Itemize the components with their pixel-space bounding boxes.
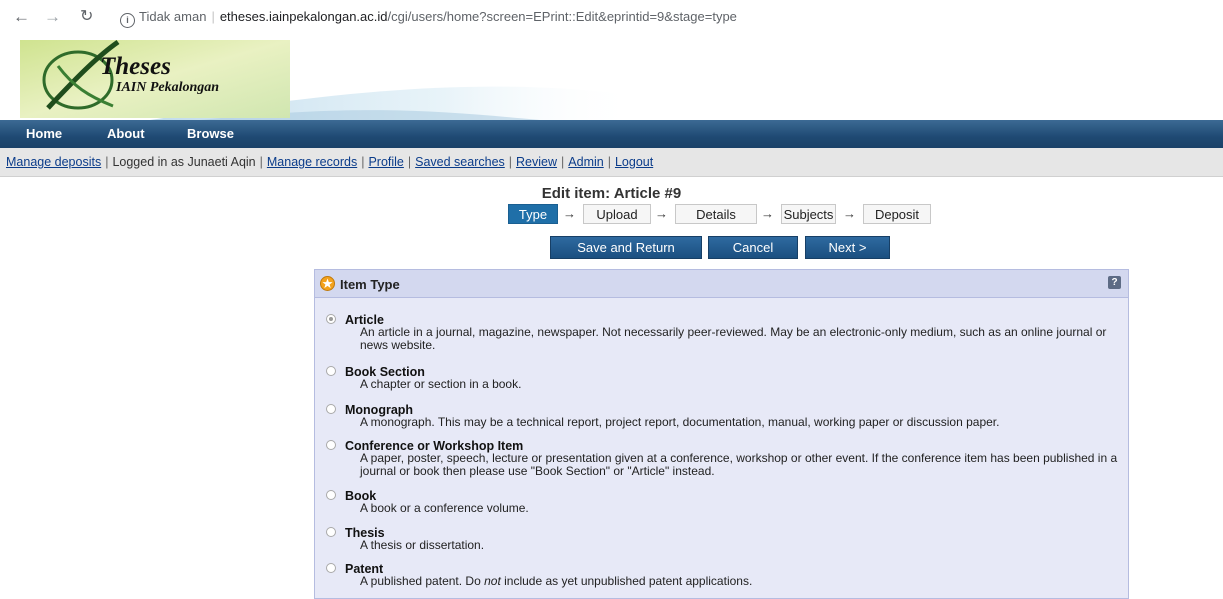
radio-article[interactable]: [326, 314, 336, 324]
stage-deposit[interactable]: Deposit: [863, 204, 931, 224]
logged-in-text: Logged in as Junaeti Aqin: [112, 155, 256, 169]
site-banner: Theses IAIN Pekalongan: [0, 34, 1223, 120]
url-path: /cgi/users/home?screen=EPrint::Edit&epri…: [387, 9, 737, 24]
option-description: A monograph. This may be a technical rep…: [360, 415, 1000, 429]
stage-upload[interactable]: Upload: [583, 204, 651, 224]
radio-patent[interactable]: [326, 563, 336, 573]
saved-searches-link[interactable]: Saved searches: [415, 155, 505, 169]
browser-address-bar: ← → ↻ i Tidak aman | etheses.iainpekalongan…: [0, 0, 1223, 34]
main-menu: Home About Browse: [0, 120, 1223, 148]
radio-monograph[interactable]: [326, 404, 336, 414]
save-and-return-button[interactable]: Save and Return: [550, 236, 702, 259]
logo-subtitle: IAIN Pekalongan: [116, 80, 220, 95]
stage-type[interactable]: Type: [508, 204, 558, 224]
stage-arrow-icon: →: [655, 206, 668, 221]
help-icon[interactable]: ?: [1108, 276, 1121, 289]
radio-conference-item[interactable]: [326, 440, 336, 450]
security-status: Tidak aman: [139, 9, 207, 24]
admin-link[interactable]: Admin: [568, 155, 603, 169]
page-title: Edit item: Article #9: [541, 185, 682, 202]
star-icon: [320, 276, 335, 291]
panel-title: Item Type: [340, 277, 400, 292]
item-type-panel: Item Type ? Article An article in a jour…: [314, 269, 1129, 599]
cancel-button[interactable]: Cancel: [708, 236, 798, 259]
stage-details[interactable]: Details: [675, 204, 757, 224]
menu-home[interactable]: Home: [26, 126, 62, 141]
url-host: etheses.iainpekalongan.ac.id: [219, 9, 388, 24]
option-description: A chapter or section in a book.: [360, 377, 522, 391]
manage-records-link[interactable]: Manage records: [267, 155, 357, 169]
panel-header: Item Type ?: [315, 270, 1128, 298]
reload-icon[interactable]: ↻: [80, 7, 93, 27]
option-description: A book or a conference volume.: [360, 501, 529, 515]
menu-browse[interactable]: Browse: [187, 126, 234, 141]
option-description: A published patent. Do not include as ye…: [360, 574, 753, 588]
back-arrow-icon[interactable]: ←: [13, 7, 30, 27]
user-tools-bar: Manage deposits | Logged in as Junaeti Aqi…: [0, 148, 1223, 177]
profile-link[interactable]: Profile: [368, 155, 403, 169]
radio-book[interactable]: [326, 490, 336, 500]
site-logo[interactable]: Theses IAIN Pekalongan: [18, 36, 290, 118]
option-description: A paper, poster, speech, lecture or pres…: [360, 451, 1118, 478]
stage-subjects[interactable]: Subjects: [781, 204, 836, 224]
radio-book-section[interactable]: [326, 366, 336, 376]
option-description: An article in a journal, magazine, newsp…: [360, 325, 1107, 352]
forward-arrow-icon[interactable]: →: [44, 7, 61, 27]
info-icon[interactable]: i: [120, 13, 135, 28]
review-link[interactable]: Review: [516, 155, 557, 169]
stage-arrow-icon: →: [563, 206, 576, 221]
logo-title: Theses: [100, 53, 171, 80]
stage-arrow-icon: →: [761, 206, 774, 221]
url-field[interactable]: i Tidak aman | etheses.iainpekalongan.ac.id…: [120, 9, 737, 28]
option-description: A thesis or dissertation.: [360, 538, 485, 552]
next-button[interactable]: Next >: [805, 236, 890, 259]
logout-link[interactable]: Logout: [615, 155, 653, 169]
manage-deposits-link[interactable]: Manage deposits: [6, 155, 101, 169]
menu-about[interactable]: About: [107, 126, 145, 141]
stage-arrow-icon: →: [843, 206, 856, 221]
radio-thesis[interactable]: [326, 527, 336, 537]
